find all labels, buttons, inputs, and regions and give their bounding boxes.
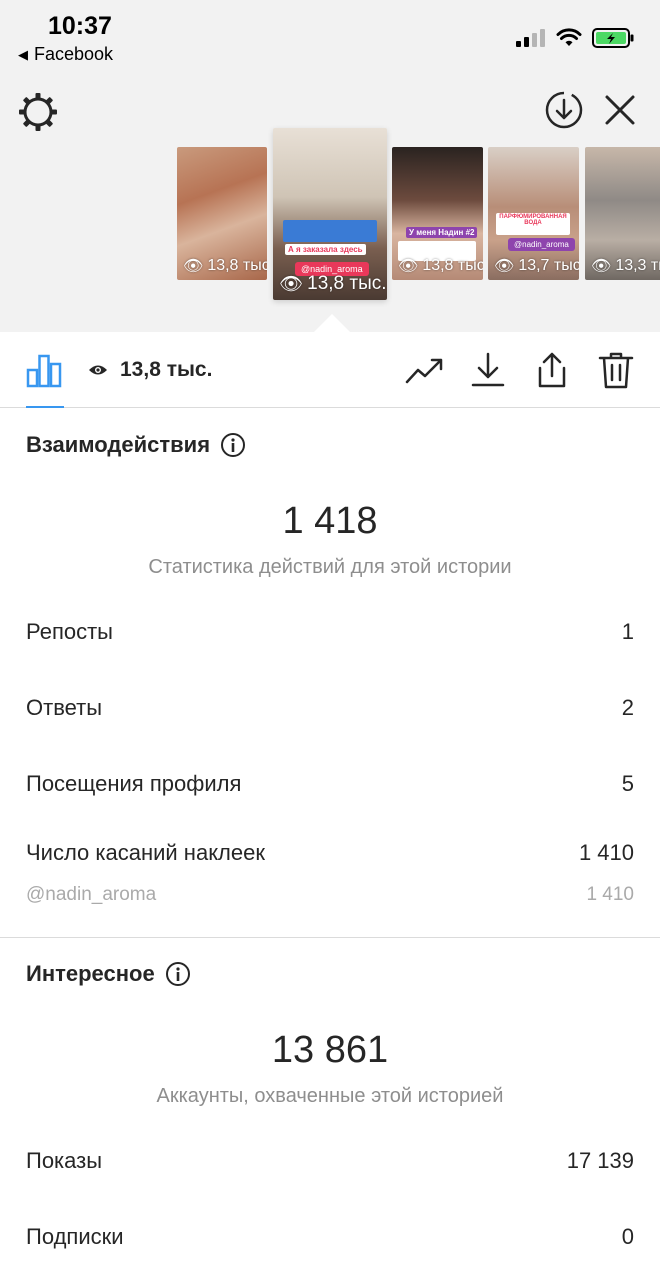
stat-label: Число касаний наклеек	[26, 840, 265, 865]
close-icon[interactable]	[602, 92, 638, 128]
stat-label: Подписки	[26, 1224, 124, 1249]
trash-icon[interactable]	[596, 350, 636, 390]
story-thumbnail[interactable]: У меня Надин #2 👁 13,8 тыс.	[392, 147, 483, 280]
sticker-mention-label: @nadin_aroma	[26, 884, 157, 905]
stat-label: Показы	[26, 1148, 103, 1173]
thumbnail-views: 👁 13,8 тыс.	[183, 257, 267, 275]
eye-icon: 👁	[591, 258, 612, 275]
stat-value: 0	[621, 1224, 634, 1249]
stat-value: 17 139	[566, 1148, 634, 1173]
eye-icon: 👁	[398, 258, 419, 275]
trend-icon[interactable]	[404, 350, 444, 390]
story-thumbnail[interactable]: ПАРФЮМИРОВАННАЯ ВОДА @nadin_aroma 👁 13,7…	[488, 147, 579, 280]
discovery-title: Интересное	[26, 961, 191, 987]
interactions-caption: Статистика действий для этой истории	[148, 556, 512, 578]
settings-gear-icon[interactable]	[16, 90, 60, 134]
discovery-caption: Аккаунты, охваченные этой историей	[156, 1085, 504, 1107]
interactions-title: Взаимодействия	[26, 432, 246, 458]
view-count-label: 13,8 тыс.	[120, 358, 213, 381]
back-arrow-icon: ◀	[18, 46, 28, 62]
thumbnail-views: 👁 13,8 тыс.	[398, 257, 483, 275]
info-icon[interactable]	[165, 961, 191, 987]
eye-icon: 👁	[279, 274, 304, 295]
stat-sub-row: @nadin_aroma 1 410	[26, 884, 634, 906]
stats-bars-icon[interactable]	[26, 352, 62, 388]
mention-sticker: @nadin_aroma	[508, 238, 575, 251]
active-tab-indicator	[26, 406, 64, 408]
stat-value: 1 410	[578, 840, 634, 865]
story-thumbnail[interactable]: 👁 13,8 тыс.	[177, 147, 267, 280]
download-circle-icon[interactable]	[544, 90, 584, 130]
stat-value: 2	[621, 695, 634, 720]
thumbnail-views: 👁 13,7 тыс.	[494, 257, 579, 275]
wifi-icon	[556, 28, 582, 46]
stat-row: Подписки 0	[26, 1224, 634, 1250]
thumbnail-views: 👁 13,3 тыс.	[591, 257, 660, 275]
stat-row: Число касаний наклеек 1 410	[26, 840, 634, 866]
story-sticker-text: У меня Надин #2	[406, 227, 478, 238]
story-thumbnail-selected[interactable]: А я заказала здесь @nadin_aroma 👁 13,8 т…	[273, 128, 387, 300]
story-toolbar: 13,8 тыс.	[0, 332, 660, 408]
stat-value: 1	[621, 619, 634, 644]
status-time: 10:37	[48, 12, 112, 40]
download-icon[interactable]	[468, 350, 508, 390]
back-app-label: Facebook	[34, 44, 114, 64]
stat-row: Ответы 2	[26, 695, 634, 721]
selected-story-pointer	[314, 314, 350, 332]
story-sticker-text: А я заказала здесь	[285, 244, 366, 255]
discovery-total: 13 861	[271, 1029, 389, 1071]
stat-value: 5	[621, 771, 634, 796]
thumbnail-views: 👁 13,8 тыс.	[279, 273, 387, 295]
share-icon[interactable]	[532, 350, 572, 390]
status-bar: 10:37 ◀ Facebook	[0, 0, 660, 70]
back-to-app-link[interactable]: ◀ Facebook	[18, 44, 113, 65]
section-divider	[0, 937, 660, 938]
info-icon[interactable]	[220, 432, 246, 458]
view-count: 13,8 тыс.	[88, 358, 212, 382]
stat-row: Показы 17 139	[26, 1148, 634, 1174]
sticker-mention-value: 1 410	[586, 884, 634, 905]
stat-label: Ответы	[26, 695, 103, 720]
interactions-total: 1 418	[282, 500, 378, 542]
eye-icon: 👁	[183, 258, 204, 275]
stat-row: Посещения профиля 5	[26, 771, 634, 797]
story-thumbnail[interactable]: 👁 13,3 тыс.	[585, 147, 660, 280]
stat-row: Репосты 1	[26, 619, 634, 645]
story-header: 👁 13,8 тыс. А я заказала здесь @nadin_ar…	[0, 70, 660, 332]
story-sticker-text: ПАРФЮМИРОВАННАЯ ВОДА	[496, 213, 570, 235]
eye-icon	[89, 365, 107, 375]
battery-charging-icon	[592, 28, 634, 48]
story-text-overlay	[283, 220, 377, 242]
stat-label: Репосты	[26, 619, 113, 644]
status-icons	[516, 28, 634, 48]
eye-icon: 👁	[494, 258, 515, 275]
signal-icon	[516, 29, 545, 47]
stat-label: Посещения профиля	[26, 771, 242, 796]
